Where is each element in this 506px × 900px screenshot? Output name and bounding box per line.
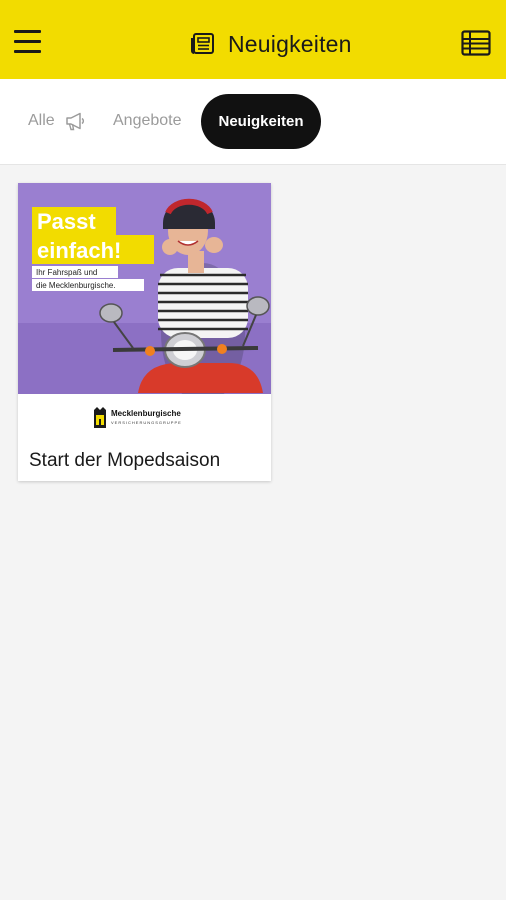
- promo-tagline-1: Ihr Fahrspaß und: [36, 268, 97, 277]
- logo-brand-text: Mecklenburgische: [111, 408, 181, 418]
- tab-neuigkeiten[interactable]: Neuigkeiten: [201, 94, 321, 149]
- news-card-title: Start der Mopedsaison: [29, 450, 221, 471]
- mecklenburgische-logo: Mecklenburgische VERSICHERUNGSGRUPPE: [93, 404, 182, 430]
- filter-tabs: Alle Angebote Neuigkeiten: [0, 79, 506, 165]
- moped-promo-illustration: Passt einfach! Ihr Fahrspaß und die Meck…: [18, 183, 271, 394]
- promo-headline-1: Passt: [37, 209, 96, 234]
- tab-alle[interactable]: Alle: [28, 110, 85, 132]
- page-title-group: Neuigkeiten: [190, 28, 352, 60]
- promo-tagline-2: die Mecklenburgische.: [36, 281, 116, 290]
- news-card-image: Passt einfach! Ihr Fahrspaß und die Meck…: [18, 183, 271, 394]
- promo-headline-2: einfach!: [37, 238, 121, 263]
- logo-subtext: VERSICHERUNGSGRUPPE: [111, 419, 182, 425]
- megaphone-icon: [65, 112, 84, 131]
- news-card[interactable]: Passt einfach! Ihr Fahrspaß und die Meck…: [18, 183, 271, 481]
- newspaper-icon: [191, 33, 214, 54]
- castle-shield-icon: [94, 406, 106, 428]
- table-list-icon[interactable]: [461, 30, 491, 56]
- app-header: Neuigkeiten: [0, 0, 506, 79]
- hamburger-menu-icon[interactable]: [14, 30, 42, 54]
- tab-angebote[interactable]: Angebote: [113, 110, 182, 132]
- tab-alle-label: Alle: [28, 112, 55, 129]
- page-title: Neuigkeiten: [228, 30, 352, 57]
